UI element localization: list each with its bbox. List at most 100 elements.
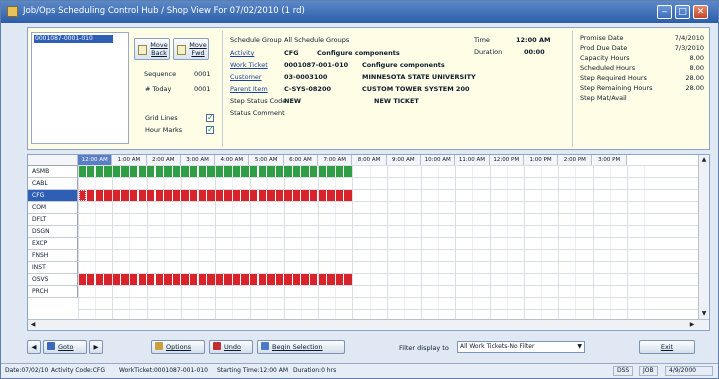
goto-button[interactable]: Goto — [43, 340, 87, 354]
schedule-block[interactable] — [215, 274, 224, 285]
schedule-block[interactable] — [275, 190, 284, 201]
schedule-block[interactable] — [258, 166, 266, 177]
hour-marks-checkbox[interactable]: ✓ — [206, 126, 214, 134]
schedule-block[interactable] — [147, 166, 155, 177]
schedule-block[interactable] — [344, 190, 352, 201]
activity-row-label[interactable]: ASMB — [28, 166, 78, 178]
schedule-block[interactable] — [275, 166, 284, 177]
options-button[interactable]: Options — [151, 340, 205, 354]
schedule-block[interactable] — [232, 166, 241, 177]
schedule-block[interactable] — [172, 190, 181, 201]
schedule-block[interactable] — [87, 190, 95, 201]
schedule-block[interactable] — [250, 190, 258, 201]
schedule-block[interactable] — [104, 274, 112, 285]
schedule-block[interactable] — [78, 190, 86, 201]
schedule-block[interactable] — [112, 274, 121, 285]
parent-item-link[interactable]: Parent Item — [230, 85, 268, 93]
customer-link[interactable]: Customer — [230, 73, 262, 81]
schedule-block[interactable] — [95, 166, 104, 177]
schedule-block[interactable] — [164, 190, 172, 201]
schedule-block[interactable] — [232, 190, 241, 201]
activity-row-label[interactable]: DSGN — [28, 226, 78, 238]
activity-row-label[interactable]: INST — [28, 262, 78, 274]
schedule-block[interactable] — [292, 190, 301, 201]
close-button[interactable]: ✕ — [693, 5, 708, 19]
activity-row-label[interactable]: EXCP — [28, 238, 78, 250]
maximize-button[interactable]: □ — [675, 5, 690, 19]
schedule-block[interactable] — [258, 274, 266, 285]
schedule-block[interactable] — [189, 274, 198, 285]
schedule-block[interactable] — [164, 166, 172, 177]
activity-row-label[interactable]: FNSH — [28, 250, 78, 262]
move-back-button[interactable]: Move Back — [134, 38, 170, 60]
schedule-block[interactable] — [335, 166, 344, 177]
schedule-block[interactable] — [310, 166, 318, 177]
schedule-block[interactable] — [327, 190, 335, 201]
schedule-block[interactable] — [241, 190, 249, 201]
schedule-block[interactable] — [250, 166, 258, 177]
scroll-right-icon[interactable]: ▶ — [687, 320, 697, 330]
schedule-block[interactable] — [207, 190, 215, 201]
schedule-block[interactable] — [198, 190, 206, 201]
schedule-block[interactable] — [241, 274, 249, 285]
schedule-block[interactable] — [301, 274, 309, 285]
schedule-block[interactable] — [284, 274, 292, 285]
schedule-block[interactable] — [318, 166, 326, 177]
schedule-block[interactable] — [292, 166, 301, 177]
schedule-block[interactable] — [267, 190, 275, 201]
schedule-block[interactable] — [104, 190, 112, 201]
next-button[interactable]: ▶ — [89, 340, 103, 354]
schedule-block[interactable] — [181, 190, 189, 201]
schedule-block[interactable] — [224, 190, 232, 201]
schedule-block[interactable] — [78, 274, 86, 285]
schedule-block[interactable] — [224, 274, 232, 285]
undo-button[interactable]: Undo — [209, 340, 253, 354]
schedule-block[interactable] — [78, 166, 86, 177]
activity-link[interactable]: Activity — [230, 49, 254, 57]
schedule-block[interactable] — [138, 166, 146, 177]
schedule-block[interactable] — [310, 190, 318, 201]
exit-button[interactable]: Exit — [639, 340, 695, 354]
schedule-block[interactable] — [284, 190, 292, 201]
schedule-block[interactable] — [181, 166, 189, 177]
schedule-block[interactable] — [95, 274, 104, 285]
schedule-block[interactable] — [267, 274, 275, 285]
schedule-block[interactable] — [335, 190, 344, 201]
tree-selected-item[interactable]: 0001087-0001-010 — [34, 35, 113, 43]
schedule-block[interactable] — [241, 166, 249, 177]
activity-row-label[interactable]: CABL — [28, 178, 78, 190]
schedule-block[interactable] — [215, 190, 224, 201]
schedule-block[interactable] — [87, 166, 95, 177]
activity-row-label[interactable]: OSVS — [28, 274, 78, 286]
schedule-block[interactable] — [207, 274, 215, 285]
schedule-block[interactable] — [121, 166, 129, 177]
schedule-block[interactable] — [155, 190, 164, 201]
schedule-block[interactable] — [155, 274, 164, 285]
schedule-block[interactable] — [224, 166, 232, 177]
schedule-block[interactable] — [147, 274, 155, 285]
schedule-block[interactable] — [129, 190, 138, 201]
activity-row-label[interactable]: DFLT — [28, 214, 78, 226]
schedule-block[interactable] — [327, 274, 335, 285]
scroll-left-icon[interactable]: ◀ — [28, 320, 38, 330]
schedule-block[interactable] — [112, 190, 121, 201]
schedule-block[interactable] — [207, 166, 215, 177]
schedule-block[interactable] — [104, 166, 112, 177]
schedule-block[interactable] — [267, 166, 275, 177]
scroll-up-icon[interactable]: ▲ — [699, 155, 709, 165]
schedule-block[interactable] — [327, 166, 335, 177]
schedule-block[interactable] — [172, 274, 181, 285]
schedule-block[interactable] — [318, 190, 326, 201]
schedule-block[interactable] — [335, 274, 344, 285]
schedule-block[interactable] — [181, 274, 189, 285]
schedule-block[interactable] — [232, 274, 241, 285]
activity-row-label[interactable]: PRCH — [28, 286, 78, 298]
minimize-button[interactable]: ‒ — [657, 5, 672, 19]
schedule-block[interactable] — [301, 166, 309, 177]
schedule-block[interactable] — [155, 166, 164, 177]
schedule-grid[interactable]: 12:00 AM 1:00 AM 2:00 AM 3:00 AM 4:00 AM 5:00… — [27, 154, 710, 331]
work-ticket-link[interactable]: Work Ticket — [230, 61, 268, 69]
schedule-block[interactable] — [318, 274, 326, 285]
schedule-block[interactable] — [129, 274, 138, 285]
filter-select[interactable]: All Work Tickets-No Filter ▼ — [457, 341, 585, 353]
